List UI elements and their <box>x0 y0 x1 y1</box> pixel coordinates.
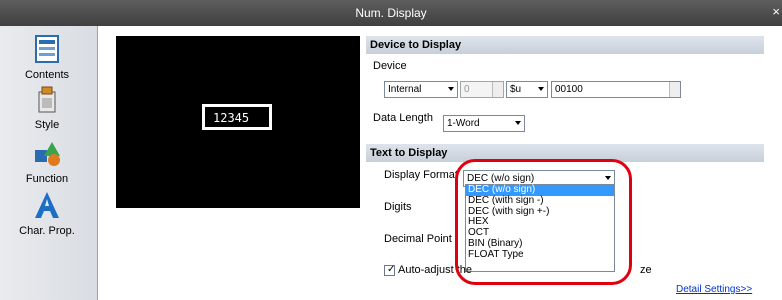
sidebar-item-function[interactable]: Function <box>6 138 88 185</box>
device-label: Device <box>373 60 407 72</box>
style-icon <box>38 86 56 113</box>
sidebar-item-style[interactable]: Style <box>6 84 88 131</box>
spin-buttons-icon <box>492 82 503 97</box>
device-address-value: 00100 <box>555 84 583 95</box>
device-index-value: 0 <box>464 84 470 95</box>
sidebar-item-contents[interactable]: Contents <box>6 34 88 81</box>
chevron-down-icon <box>448 87 454 91</box>
sidebar-item-label: Function <box>25 173 69 185</box>
display-format-label: Display Format <box>384 169 458 181</box>
device-prefix-select[interactable]: $u <box>506 81 548 98</box>
device-prefix-value: $u <box>510 84 522 95</box>
numeric-display-preview[interactable]: 12345 <box>202 104 272 130</box>
title-bar: Num. Display × <box>0 0 782 26</box>
device-type-value: Internal <box>388 84 422 95</box>
preview-value: 12345 <box>213 111 250 125</box>
digits-label: Digits <box>384 201 412 213</box>
display-format-value: DEC (w/o sign) <box>467 173 535 184</box>
dropdown-option[interactable]: FLOAT Type <box>466 249 614 261</box>
device-index-spinner: 0 <box>460 81 504 98</box>
sidebar-item-label: Contents <box>24 69 70 81</box>
sidebar-item-char-prop[interactable]: Char. Prop. <box>6 190 88 237</box>
window-title: Num. Display <box>355 6 427 20</box>
char-prop-icon <box>35 192 59 218</box>
chevron-down-icon <box>515 121 521 125</box>
data-length-select[interactable]: 1-Word <box>443 115 525 132</box>
section-header-device: Device to Display <box>366 36 764 54</box>
detail-settings-link[interactable]: Detail Settings>> <box>676 284 752 295</box>
spin-buttons-icon[interactable] <box>669 82 680 97</box>
section-header-text: Text to Display <box>366 144 764 162</box>
chevron-down-icon <box>538 87 544 91</box>
function-icon <box>35 142 60 166</box>
device-address-input[interactable]: 00100 <box>551 81 681 98</box>
contents-icon <box>35 35 59 63</box>
checkmark-icon: ✓ <box>387 264 396 275</box>
auto-adjust-label-end: ze <box>640 264 652 276</box>
sidebar: Contents Style Function Char. Prop. <box>0 26 98 300</box>
decimal-point-label: Decimal Point <box>384 233 452 245</box>
display-format-options[interactable]: DEC (w/o sign) DEC (with sign -) DEC (wi… <box>465 184 615 272</box>
close-icon[interactable]: × <box>772 4 780 19</box>
data-length-value: 1-Word <box>447 118 480 129</box>
auto-adjust-label: Auto-adjust the <box>398 264 472 276</box>
preview-canvas: 12345 <box>116 36 360 208</box>
chevron-down-icon <box>605 176 611 180</box>
sidebar-item-label: Char. Prop. <box>19 225 75 237</box>
data-length-label: Data Length <box>373 112 433 124</box>
sidebar-item-label: Style <box>34 119 60 131</box>
device-type-select[interactable]: Internal <box>384 81 458 98</box>
auto-adjust-checkbox[interactable]: ✓ <box>384 264 396 276</box>
dropdown-option[interactable]: DEC (with sign -) <box>466 195 614 207</box>
